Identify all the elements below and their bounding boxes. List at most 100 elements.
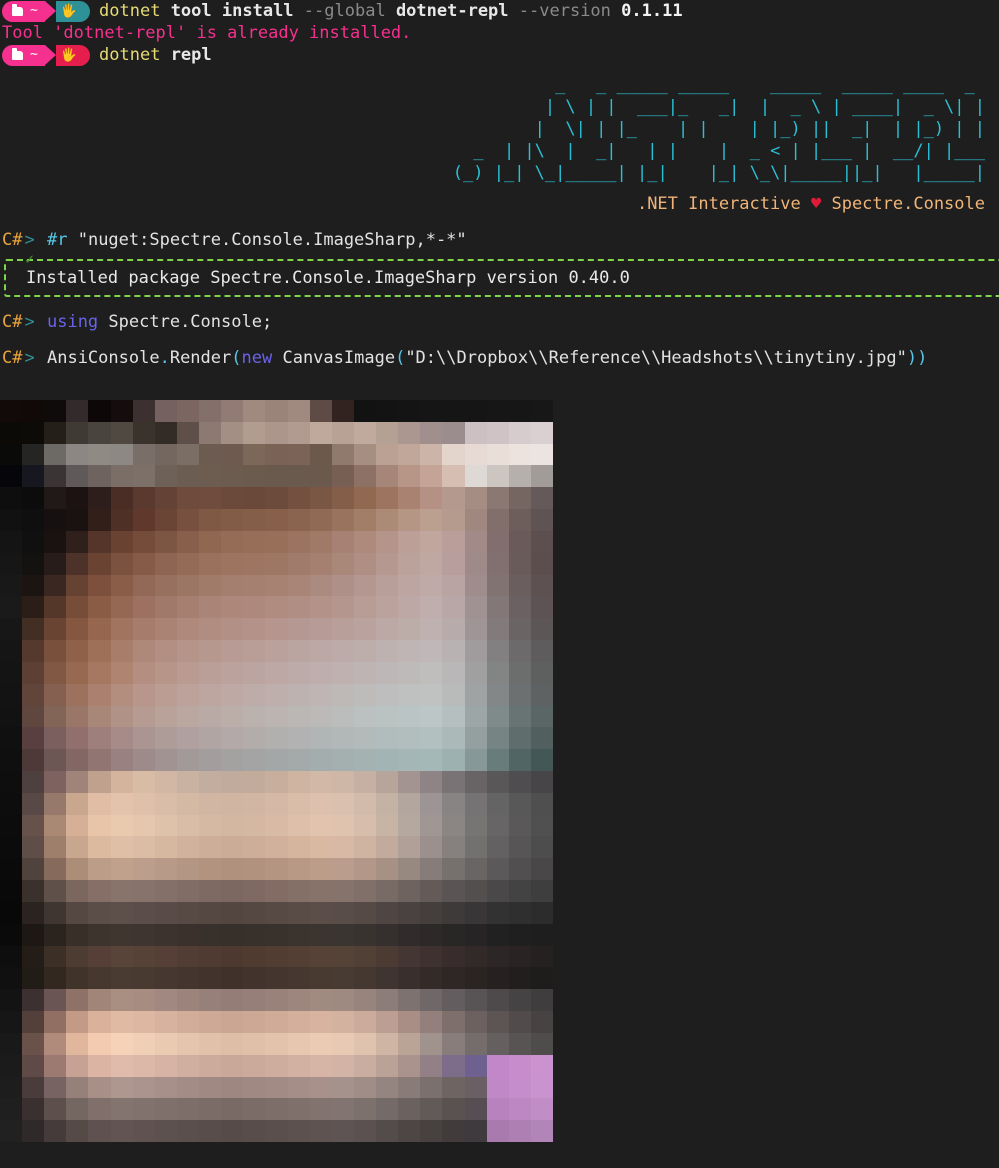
pixel-cell	[486, 792, 509, 815]
pixel-cell	[265, 1098, 288, 1121]
pixel-cell	[199, 530, 222, 553]
pixel-cell	[66, 487, 89, 510]
command-name: dotnet	[99, 1, 161, 21]
pixel-grid	[0, 400, 553, 1142]
pixel-cell	[243, 1054, 266, 1077]
pixel-cell	[221, 1054, 244, 1077]
pixel-cell	[243, 640, 266, 662]
repl-prompt-symbol: >	[24, 312, 35, 332]
repl-prompt-symbol: >	[24, 348, 35, 368]
pixel-cell	[44, 836, 67, 859]
pixel-cell	[199, 945, 222, 968]
pixel-cell	[132, 771, 155, 793]
pixel-cell	[398, 1076, 421, 1099]
pixel-cell	[331, 923, 354, 946]
pixel-cell	[420, 880, 443, 902]
pixel-cell	[508, 640, 531, 662]
pixel-cell	[132, 443, 155, 466]
pixel-cell	[221, 421, 244, 444]
csharp-dot: .	[159, 348, 170, 368]
pixel-cell	[464, 530, 487, 553]
command-name: dotnet	[99, 45, 161, 65]
pixel-cell	[353, 814, 377, 837]
pixel-cell	[176, 705, 200, 728]
folder-icon	[12, 48, 23, 60]
command-package-name: dotnet-repl	[395, 1, 509, 21]
pixel-cell	[110, 596, 133, 619]
pixel-cell	[331, 749, 354, 771]
ascii-line: _ _ _____ _____ _____ _____ ____ _	[463, 75, 985, 95]
csharp-keyword-using: using	[46, 312, 99, 332]
pixel-cell	[530, 749, 553, 771]
pixel-cell	[376, 945, 399, 968]
repl-line-using-directive[interactable]: C# > using Spectre.Console;	[0, 311, 999, 333]
pixel-cell	[464, 836, 487, 859]
pixel-cell	[331, 443, 354, 466]
pixel-cell	[464, 1011, 487, 1033]
pixel-cell	[132, 814, 155, 837]
pixel-cell	[376, 749, 399, 771]
pixel-cell	[265, 661, 288, 684]
pixel-cell	[442, 858, 465, 881]
pixel-cell	[243, 749, 266, 771]
pixel-cell	[110, 1011, 133, 1033]
repl-line-render-call[interactable]: C# > AnsiConsole.Render(new CanvasImage("…	[0, 347, 999, 369]
pixel-cell	[331, 967, 354, 990]
pixel-cell	[287, 552, 310, 575]
pixel-cell	[88, 618, 111, 641]
pixel-cell	[176, 749, 200, 771]
pixel-cell	[199, 1032, 222, 1055]
pixel-cell	[464, 945, 487, 968]
pixel-cell	[309, 749, 332, 771]
pixel-cell	[331, 771, 354, 793]
pixel-cell	[0, 880, 23, 902]
pixel-cell	[508, 836, 531, 859]
pixel-cell	[287, 836, 310, 859]
pixel-cell	[243, 443, 266, 466]
pixel-cell	[464, 1120, 487, 1142]
pixel-cell	[88, 945, 111, 968]
pixel-cell	[309, 443, 332, 466]
pixel-cell	[353, 836, 377, 859]
pixel-cell	[176, 661, 200, 684]
pixel-cell	[353, 487, 377, 510]
pixel-cell	[420, 727, 443, 750]
pixel-cell	[287, 989, 310, 1012]
pixel-cell	[398, 1120, 421, 1142]
pixel-cell	[110, 1120, 133, 1142]
pixel-cell	[110, 1054, 133, 1077]
pixel-cell	[132, 792, 155, 815]
pixel-cell	[331, 901, 354, 924]
pixel-cell	[66, 967, 89, 990]
pixel-cell	[176, 945, 200, 968]
prompt-path-segment: ~	[2, 0, 45, 22]
pixel-cell	[442, 661, 465, 684]
pixel-cell	[353, 901, 377, 924]
pixel-cell	[221, 705, 244, 728]
pixel-cell	[309, 421, 332, 444]
pixel-cell	[398, 683, 421, 706]
pixel-cell	[132, 836, 155, 859]
pixel-cell	[486, 618, 509, 641]
pixel-cell	[265, 552, 288, 575]
repl-line-nuget-reference[interactable]: C# > #r "nuget:Spectre.Console.ImageSharp…	[0, 229, 999, 251]
pixel-cell	[331, 945, 354, 968]
pixel-cell	[287, 727, 310, 750]
pixel-cell	[44, 792, 67, 815]
pixel-cell	[309, 596, 332, 619]
pixel-cell	[530, 421, 553, 444]
pixel-cell	[420, 1032, 443, 1055]
pixel-cell	[221, 509, 244, 531]
pixel-cell	[176, 596, 200, 619]
pixel-cell	[508, 945, 531, 968]
pixel-cell	[154, 967, 177, 990]
pixel-cell	[265, 574, 288, 597]
pixel-cell	[132, 967, 155, 990]
pixel-cell	[176, 509, 200, 531]
pixel-cell	[353, 923, 377, 946]
pixel-cell	[265, 814, 288, 837]
pixel-cell	[110, 640, 133, 662]
pixel-cell	[265, 618, 288, 641]
pixel-cell	[44, 967, 67, 990]
pixel-cell	[22, 618, 45, 641]
